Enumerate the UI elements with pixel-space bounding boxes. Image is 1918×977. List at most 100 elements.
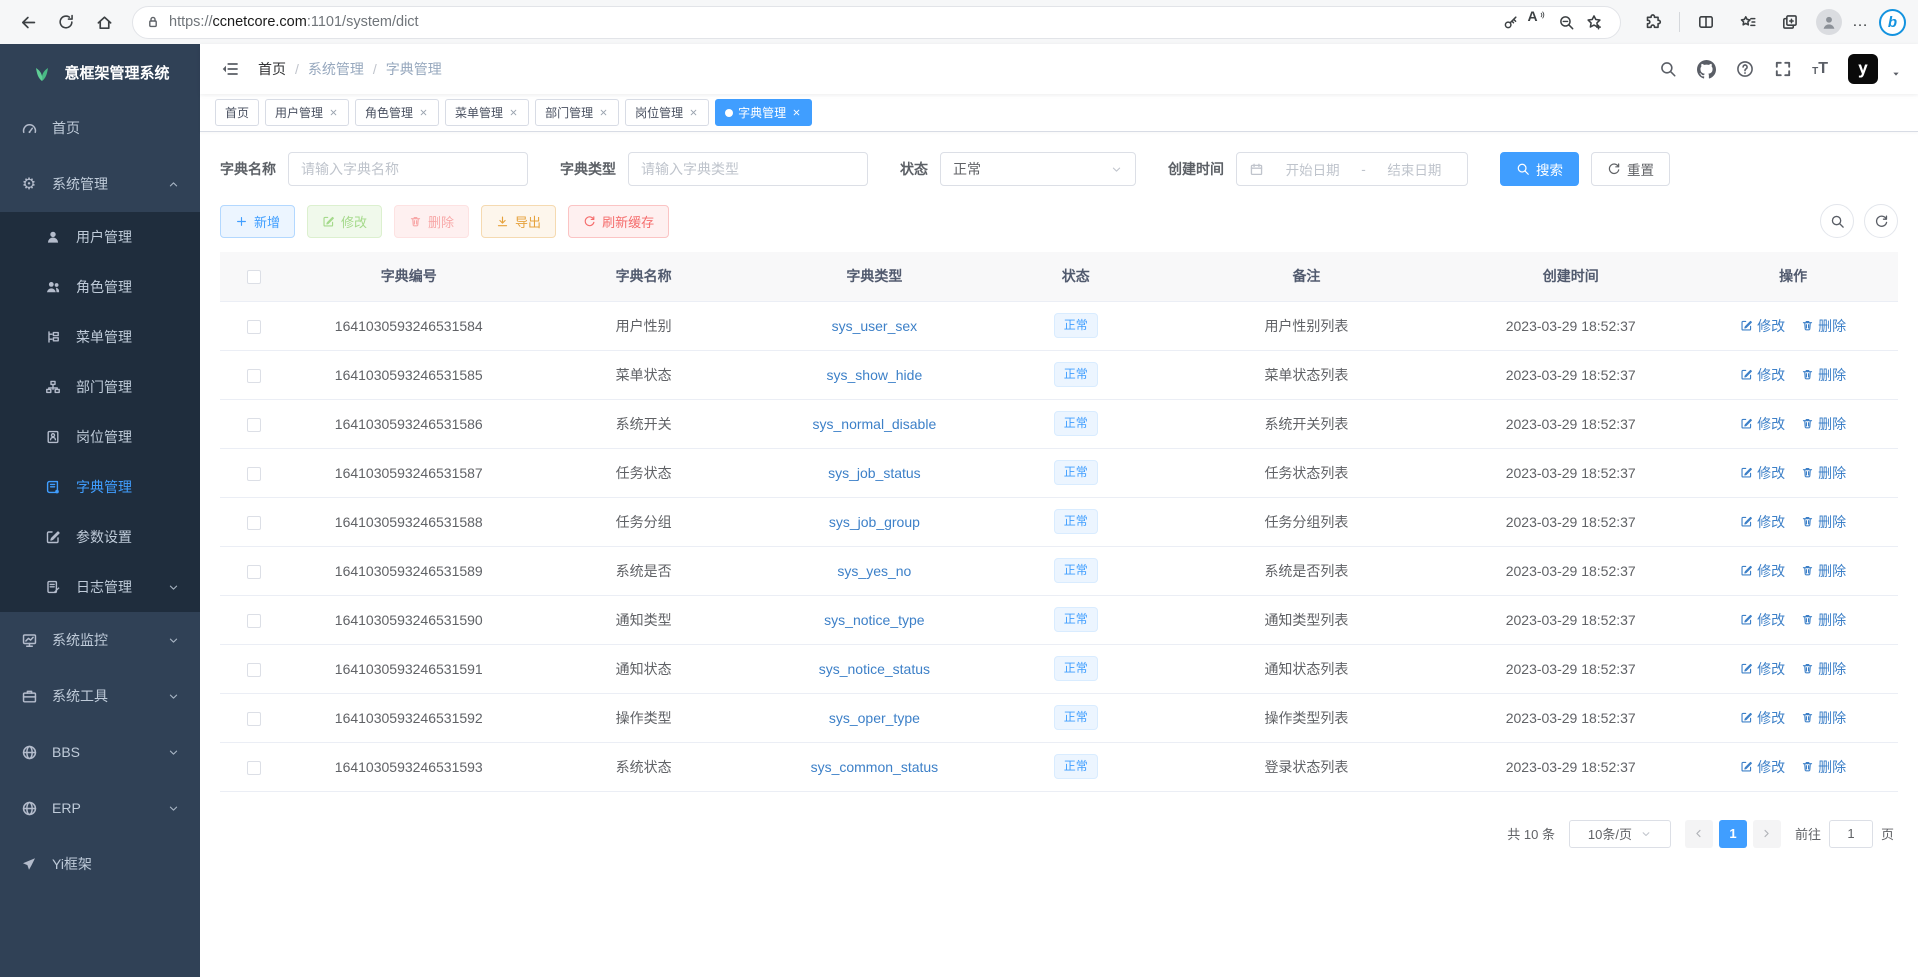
tab-post-management[interactable]: 岗位管理 <box>625 99 709 126</box>
start-date-placeholder[interactable]: 开始日期 <box>1272 159 1353 179</box>
close-icon[interactable] <box>508 107 519 118</box>
sidebar-item-log-management[interactable]: 日志管理 <box>0 562 200 612</box>
row-edit-button[interactable]: 修改 <box>1740 316 1785 336</box>
breadcrumb-home[interactable]: 首页 <box>258 59 286 79</box>
browser-home-button[interactable] <box>88 6 120 38</box>
row-checkbox[interactable] <box>247 418 261 432</box>
row-checkbox[interactable] <box>247 663 261 677</box>
sidebar-item-role-management[interactable]: 角色管理 <box>0 262 200 312</box>
sidebar-item-yi-framework[interactable]: Yi框架 <box>0 836 200 892</box>
sidebar-item-system-monitor[interactable]: 系统监控 <box>0 612 200 668</box>
edit-button[interactable]: 修改 <box>307 205 382 238</box>
browser-profile-avatar[interactable] <box>1816 9 1842 35</box>
date-range-picker[interactable]: 开始日期 - 结束日期 <box>1236 152 1468 186</box>
close-icon[interactable] <box>688 107 699 118</box>
read-aloud-icon[interactable]: A <box>1524 8 1552 36</box>
sidebar-item-dict-management[interactable]: 字典管理 <box>0 462 200 512</box>
page-number-1[interactable]: 1 <box>1719 820 1747 848</box>
browser-refresh-button[interactable] <box>50 6 82 38</box>
next-page-button[interactable] <box>1753 820 1781 848</box>
goto-page-input[interactable] <box>1829 820 1873 848</box>
row-delete-button[interactable]: 删除 <box>1801 757 1846 777</box>
row-checkbox[interactable] <box>247 320 261 334</box>
row-delete-button[interactable]: 删除 <box>1801 561 1846 581</box>
row-delete-button[interactable]: 删除 <box>1801 512 1846 532</box>
sidebar-item-menu-management[interactable]: 菜单管理 <box>0 312 200 362</box>
sidebar-item-dept-management[interactable]: 部门管理 <box>0 362 200 412</box>
row-checkbox[interactable] <box>247 369 261 383</box>
extensions-icon[interactable] <box>1637 6 1669 38</box>
sidebar-item-system-management[interactable]: ⚙ 系统管理 <box>0 156 200 212</box>
page-size-select[interactable]: 10条/页 <box>1569 820 1671 848</box>
browser-back-button[interactable] <box>12 6 44 38</box>
row-edit-button[interactable]: 修改 <box>1740 610 1785 630</box>
row-edit-button[interactable]: 修改 <box>1740 414 1785 434</box>
tab-dept-management[interactable]: 部门管理 <box>535 99 619 126</box>
brand[interactable]: 意框架管理系统 <box>0 44 200 100</box>
tab-user-management[interactable]: 用户管理 <box>265 99 349 126</box>
tab-dict-management[interactable]: 字典管理 <box>715 99 812 126</box>
sidebar-fold-icon[interactable] <box>216 55 244 83</box>
row-edit-button[interactable]: 修改 <box>1740 708 1785 728</box>
row-delete-button[interactable]: 删除 <box>1801 708 1846 728</box>
dict-type-link[interactable]: sys_yes_no <box>837 563 911 579</box>
dict-type-link[interactable]: sys_job_group <box>829 514 920 530</box>
dict-type-link[interactable]: sys_normal_disable <box>813 416 937 432</box>
row-checkbox[interactable] <box>247 565 261 579</box>
row-checkbox[interactable] <box>247 516 261 530</box>
close-icon[interactable] <box>598 107 609 118</box>
row-delete-button[interactable]: 删除 <box>1801 610 1846 630</box>
row-edit-button[interactable]: 修改 <box>1740 512 1785 532</box>
row-delete-button[interactable]: 删除 <box>1801 316 1846 336</box>
sidebar-item-erp[interactable]: ERP <box>0 780 200 836</box>
dict-type-link[interactable]: sys_common_status <box>811 759 939 775</box>
row-checkbox[interactable] <box>247 761 261 775</box>
address-bar[interactable]: https://ccnetcore.com:1101/system/dict A <box>132 6 1621 39</box>
add-favorite-icon[interactable] <box>1580 8 1608 36</box>
close-icon[interactable] <box>328 107 339 118</box>
search-button[interactable]: 搜索 <box>1500 152 1579 186</box>
dict-type-link[interactable]: sys_oper_type <box>829 710 920 726</box>
row-edit-button[interactable]: 修改 <box>1740 463 1785 483</box>
row-edit-button[interactable]: 修改 <box>1740 659 1785 679</box>
close-icon[interactable] <box>791 107 802 118</box>
avatar-caret-icon[interactable] <box>1890 68 1902 80</box>
dict-type-link[interactable]: sys_notice_type <box>824 612 924 628</box>
row-delete-button[interactable]: 删除 <box>1801 414 1846 434</box>
row-edit-button[interactable]: 修改 <box>1740 757 1785 777</box>
sidebar-item-post-management[interactable]: 岗位管理 <box>0 412 200 462</box>
collections-icon[interactable] <box>1774 6 1806 38</box>
dict-type-input[interactable] <box>628 152 868 186</box>
user-avatar-logo[interactable]: y <box>1848 54 1878 84</box>
sidebar-item-system-tools[interactable]: 系统工具 <box>0 668 200 724</box>
dict-type-link[interactable]: sys_show_hide <box>827 367 923 383</box>
refresh-table-button[interactable] <box>1864 204 1898 238</box>
sidebar-item-bbs[interactable]: BBS <box>0 724 200 780</box>
favorites-bar-icon[interactable] <box>1732 6 1764 38</box>
export-button[interactable]: 导出 <box>481 205 556 238</box>
browser-menu-icon[interactable]: … <box>1852 13 1869 31</box>
row-delete-button[interactable]: 删除 <box>1801 463 1846 483</box>
row-checkbox[interactable] <box>247 467 261 481</box>
tab-menu-management[interactable]: 菜单管理 <box>445 99 529 126</box>
bing-copilot-icon[interactable]: b <box>1879 9 1906 36</box>
sidebar-item-user-management[interactable]: 用户管理 <box>0 212 200 262</box>
font-size-icon[interactable]: TT <box>1812 61 1828 77</box>
row-edit-button[interactable]: 修改 <box>1740 561 1785 581</box>
select-all-checkbox[interactable] <box>247 270 261 284</box>
row-delete-button[interactable]: 删除 <box>1801 659 1846 679</box>
header-search-icon[interactable] <box>1659 60 1677 78</box>
toggle-search-button[interactable] <box>1820 204 1854 238</box>
tab-home[interactable]: 首页 <box>215 99 259 126</box>
add-button[interactable]: 新增 <box>220 205 295 238</box>
refresh-cache-button[interactable]: 刷新缓存 <box>568 205 669 238</box>
split-screen-icon[interactable] <box>1690 6 1722 38</box>
row-delete-button[interactable]: 删除 <box>1801 365 1846 385</box>
status-select[interactable]: 正常 <box>940 152 1136 186</box>
row-edit-button[interactable]: 修改 <box>1740 365 1785 385</box>
delete-button[interactable]: 删除 <box>394 205 469 238</box>
row-checkbox[interactable] <box>247 614 261 628</box>
dict-name-input[interactable] <box>288 152 528 186</box>
password-key-icon[interactable] <box>1496 8 1524 36</box>
prev-page-button[interactable] <box>1685 820 1713 848</box>
